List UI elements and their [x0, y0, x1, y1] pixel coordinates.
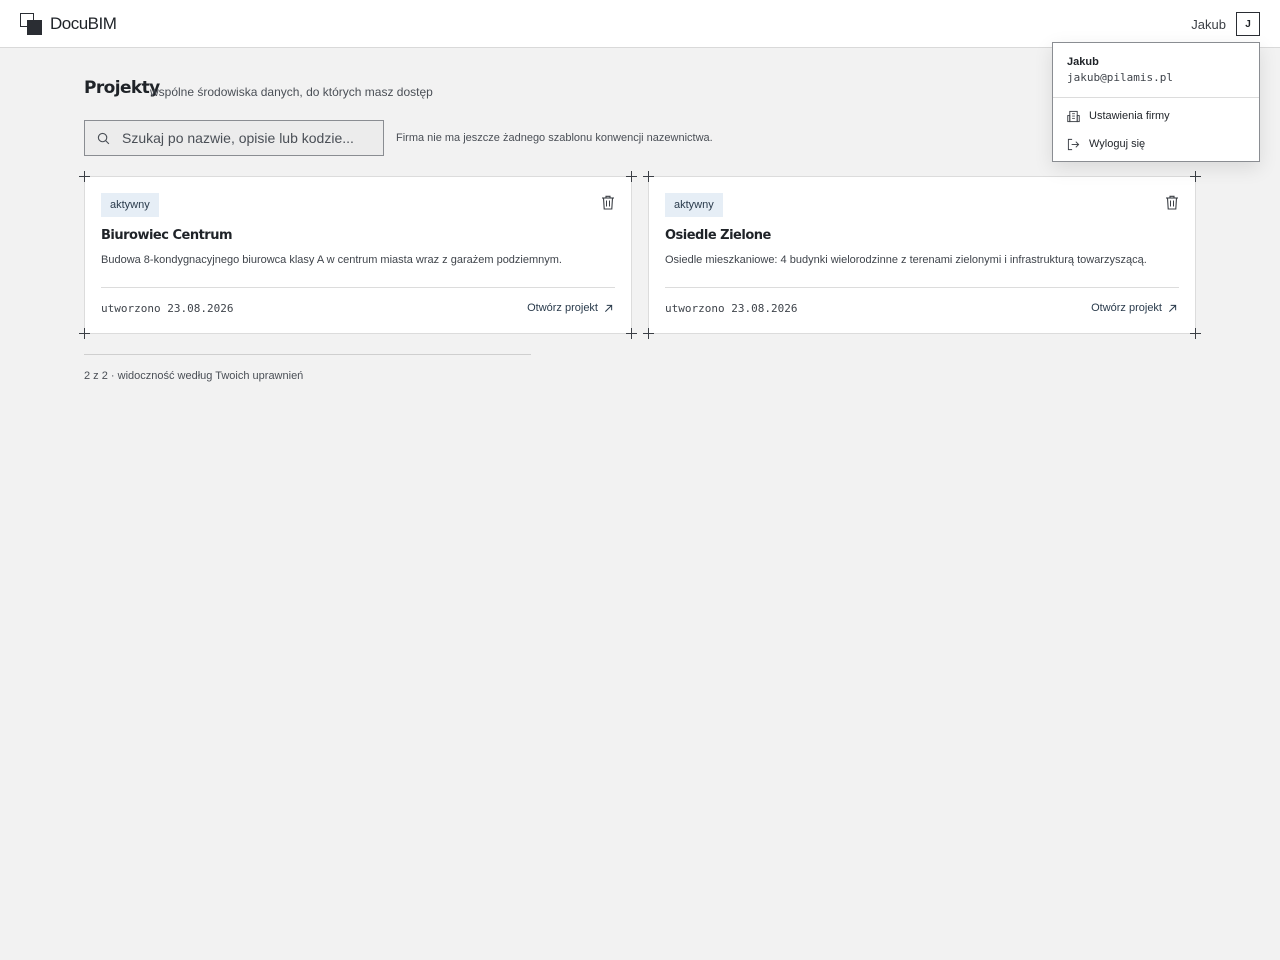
building-icon	[1067, 110, 1080, 122]
app-logo[interactable]: DocuBIM	[20, 13, 117, 35]
arrow-up-right-icon	[1168, 304, 1177, 312]
corner-cross-icon	[626, 328, 637, 339]
open-project-label: Otwórz projekt	[1091, 302, 1162, 314]
project-created-date: utworzono 23.08.2026	[101, 302, 234, 315]
project-name[interactable]: Osiedle Zielone	[665, 228, 771, 243]
corner-cross-icon	[1190, 328, 1201, 339]
corner-cross-icon	[643, 328, 654, 339]
corner-cross-icon	[1190, 171, 1201, 182]
menu-item-logout[interactable]: Wyloguj się	[1067, 135, 1145, 153]
project-created-date: utworzono 23.08.2026	[665, 302, 798, 315]
results-count: 2 z 2 · widoczność według Twoich uprawni…	[84, 370, 304, 382]
user-menu-email: jakub@pilamis.pl	[1067, 71, 1173, 84]
status-badge: aktywny	[101, 193, 159, 217]
arrow-up-right-icon	[604, 304, 613, 312]
status-badge: aktywny	[665, 193, 723, 217]
menu-item-label: Ustawienia firmy	[1089, 110, 1170, 122]
logo-mark-icon	[20, 13, 42, 35]
avatar-button[interactable]: J	[1236, 12, 1260, 36]
app-name: DocuBIM	[50, 14, 117, 33]
page-title: Projekty	[84, 78, 160, 98]
search-icon	[97, 132, 110, 144]
page-subtitle: wspólne środowiska danych, do których ma…	[150, 85, 433, 99]
corner-cross-icon	[79, 171, 90, 182]
header-user-name[interactable]: Jakub	[1191, 17, 1226, 32]
open-project-label: Otwórz projekt	[527, 302, 598, 314]
project-name[interactable]: Biurowiec Centrum	[101, 228, 233, 243]
corner-cross-icon	[643, 171, 654, 182]
card-divider	[101, 287, 615, 288]
project-description: Osiedle mieszkaniowe: 4 budynki wielorod…	[665, 254, 1147, 266]
search-input[interactable]	[122, 130, 372, 146]
card-divider	[665, 287, 1179, 288]
corner-cross-icon	[79, 328, 90, 339]
corner-cross-icon	[626, 171, 637, 182]
top-bar: DocuBIM Jakub J	[0, 0, 1280, 48]
user-menu-divider	[1053, 97, 1259, 98]
trash-icon[interactable]	[1165, 195, 1179, 210]
project-description: Budowa 8-kondygnacyjnego biurowca klasy …	[101, 254, 562, 266]
project-card: aktywny Osiedle Zielone Osiedle mieszkan…	[648, 176, 1196, 334]
footer-divider	[84, 354, 531, 355]
project-card: aktywny Biurowiec Centrum Budowa 8-kondy…	[84, 176, 632, 334]
trash-icon[interactable]	[601, 195, 615, 210]
search-box[interactable]	[84, 120, 384, 156]
logout-icon	[1067, 138, 1080, 150]
naming-convention-note: Firma nie ma jeszcze żadnego szablonu ko…	[396, 132, 713, 144]
menu-item-label: Wyloguj się	[1089, 138, 1146, 150]
open-project-link[interactable]: Otwórz projekt	[1091, 302, 1177, 314]
open-project-link[interactable]: Otwórz projekt	[527, 302, 613, 314]
user-menu-dropdown: Jakub jakub@pilamis.pl Ustawienia firmy …	[1052, 42, 1260, 162]
user-menu-name: Jakub	[1067, 56, 1099, 68]
menu-item-company-settings[interactable]: Ustawienia firmy	[1067, 107, 1170, 125]
